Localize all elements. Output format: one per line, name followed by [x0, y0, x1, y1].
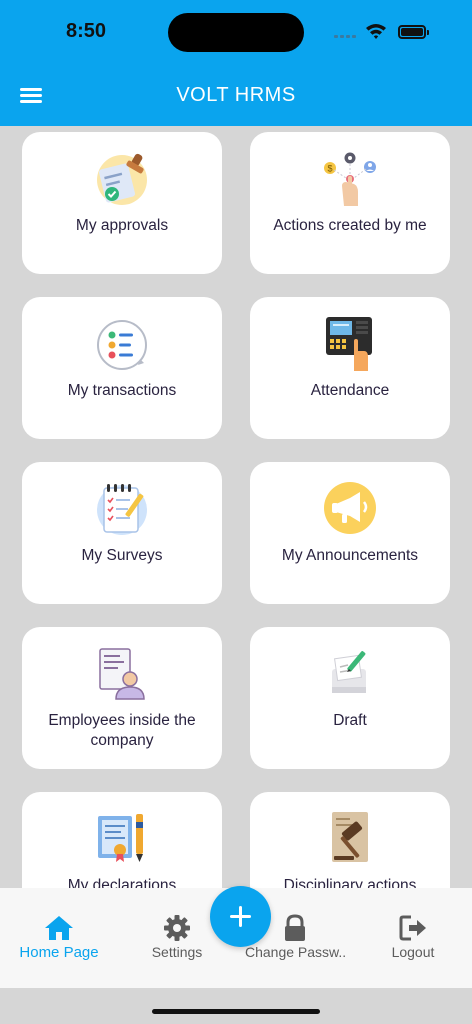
- card-label: Employees inside the company: [48, 712, 196, 749]
- gear-icon: [164, 915, 190, 941]
- app-header: 8:50 VOLT HRMS: [0, 0, 472, 126]
- logout-icon: [399, 915, 426, 941]
- card-draft[interactable]: Draft: [250, 627, 450, 769]
- cellular-signal-icon: [334, 30, 360, 38]
- nav-label: Settings: [151, 944, 203, 960]
- dynamic-island: [168, 13, 304, 52]
- survey-clipboard-icon: [97, 484, 147, 535]
- card-my-approvals[interactable]: My approvals: [22, 132, 222, 274]
- draft-pencil-icon: [332, 651, 366, 693]
- card-label: My Surveys: [81, 547, 163, 564]
- card-my-transactions[interactable]: My transactions: [22, 297, 222, 439]
- transactions-checklist-icon: [97, 320, 147, 370]
- home-icon: [45, 916, 73, 940]
- fingerprint-terminal-icon: [326, 317, 372, 371]
- home-indicator: [152, 1009, 320, 1014]
- employee-profile-icon: [99, 648, 145, 700]
- nav-logout[interactable]: Logout: [363, 888, 463, 968]
- card-label: Actions created by me: [273, 217, 427, 234]
- card-employees-inside-the-company[interactable]: Employees inside the company: [22, 627, 222, 769]
- card-actions-created-by-me[interactable]: $ Actions created by me: [250, 132, 450, 274]
- nav-label: Change Passw...: [245, 944, 345, 960]
- approval-stamp-icon: [97, 153, 147, 205]
- card-label: My approvals: [75, 217, 169, 234]
- card-my-declarations[interactable]: My declarations: [22, 792, 222, 890]
- nav-home-page[interactable]: Home Page: [9, 888, 109, 968]
- dashboard-grid: My approvals $ Actions created by me My …: [0, 126, 472, 890]
- card-my-surveys[interactable]: My Surveys: [22, 462, 222, 604]
- card-label: Attendance: [310, 382, 390, 399]
- hand-actions-icon: $: [324, 152, 376, 206]
- gavel-icon: [332, 812, 368, 862]
- card-label: Draft: [333, 712, 367, 729]
- page-title: VOLT HRMS: [176, 84, 296, 106]
- svg-text:$: $: [327, 164, 332, 174]
- card-my-announcements[interactable]: My Announcements: [250, 462, 450, 604]
- card-attendance[interactable]: Attendance: [250, 297, 450, 439]
- nav-label: Home Page: [19, 944, 99, 961]
- card-disciplinary-actions[interactable]: Disciplinary actions: [250, 792, 450, 890]
- card-label: My transactions: [67, 382, 177, 399]
- lock-icon: [285, 914, 305, 941]
- card-label: My Announcements: [281, 547, 419, 564]
- add-fab-button[interactable]: [210, 886, 271, 947]
- status-bar: 8:50: [0, 0, 472, 62]
- declaration-certificate-icon: [98, 814, 143, 862]
- nav-label: Logout: [391, 944, 435, 960]
- wifi-icon: [366, 24, 386, 39]
- status-time: 8:50: [66, 20, 107, 42]
- megaphone-icon: [324, 482, 376, 534]
- battery-icon: [398, 25, 429, 39]
